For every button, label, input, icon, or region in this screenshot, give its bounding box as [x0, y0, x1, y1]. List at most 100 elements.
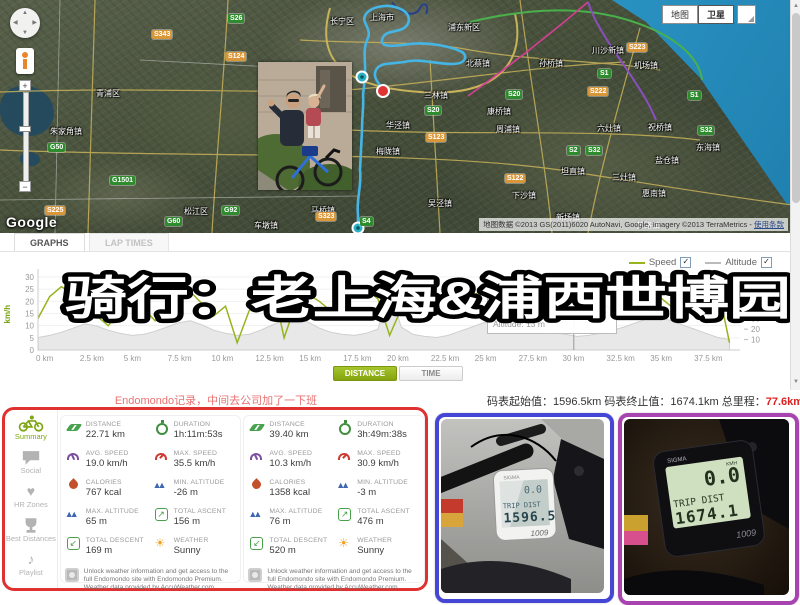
- road-shield-label: G92: [222, 206, 239, 215]
- svg-text:25: 25: [25, 285, 34, 294]
- svg-text:30: 30: [25, 273, 34, 282]
- zoom-in-button[interactable]: +: [19, 80, 31, 91]
- stat-value: Sunny: [174, 546, 209, 556]
- total-ascent-icon: [153, 507, 171, 522]
- stat-item: MAX. ALTITUDE 76 m: [248, 507, 334, 536]
- map-type-map-button[interactable]: 地图: [662, 5, 698, 24]
- svg-text:25 km: 25 km: [475, 354, 497, 363]
- map-town-label: 三林镇: [424, 90, 448, 101]
- stat-item: MIN. ALTITUDE -26 m: [153, 478, 239, 507]
- map-pan-control[interactable]: ▲▼◀▶: [10, 8, 40, 38]
- tab-graphs[interactable]: GRAPHS: [14, 233, 85, 251]
- computer-speed: 0.0: [702, 462, 741, 491]
- stat-item: MAX. SPEED 35.5 km/h: [153, 449, 239, 478]
- route-photo-marker: [357, 72, 368, 83]
- map-town-label: 北蔡镇: [466, 58, 490, 69]
- svg-text:40: 40: [751, 304, 760, 313]
- map-town-label: 六灶镇: [597, 123, 621, 134]
- road-shield-label: S123: [426, 133, 446, 142]
- time-toggle-button[interactable]: TIME: [399, 366, 463, 381]
- svg-text:km/h: km/h: [3, 305, 12, 324]
- speed-line-swatch: [629, 262, 645, 264]
- map-town-label: 周浦镇: [496, 124, 520, 135]
- sidebar-item-playlist[interactable]: ♪ Playlist: [5, 550, 57, 584]
- sidebar-label: Best Distances: [6, 534, 56, 543]
- map-town-label: 机场镇: [634, 60, 658, 71]
- speed-checkbox[interactable]: [680, 257, 691, 268]
- svg-text:10 km: 10 km: [212, 354, 234, 363]
- altitude-checkbox[interactable]: [761, 257, 772, 268]
- zoom-track[interactable]: [23, 92, 29, 182]
- map-town-label: 长宁区: [330, 16, 354, 27]
- svg-text:0: 0: [30, 346, 35, 355]
- route-track: [0, 0, 800, 233]
- distance-toggle-button[interactable]: DISTANCE: [333, 366, 397, 381]
- road-shield-label: S20: [425, 106, 441, 115]
- map-photo-thumbnail[interactable]: [258, 62, 352, 190]
- map-type-satellite-button[interactable]: 卫星: [698, 5, 734, 24]
- odometer-photo-end[interactable]: SIGMA KMH 0.0 TRIP DIST 1674.1 1009: [618, 413, 799, 605]
- svg-text:m: m: [772, 310, 779, 319]
- svg-text:15: 15: [25, 310, 34, 319]
- svg-text:20: 20: [25, 297, 34, 306]
- min-altitude-icon: [336, 478, 354, 493]
- sidebar-item-social[interactable]: Social: [5, 448, 57, 482]
- premium-text: Unlock weather information and get acces…: [84, 568, 239, 594]
- max-speed-icon: [336, 449, 354, 464]
- road-shield-label: S32: [586, 146, 602, 155]
- map-town-label: 青浦区: [96, 88, 120, 99]
- max-altitude-icon: [248, 507, 266, 522]
- map-town-label: 川沙新镇: [592, 45, 624, 56]
- satellite-map[interactable]: 上海市浦东新区长宁区北蔡镇三林镇华泾镇梅陇镇吴泾镇青浦区朱家角镇马桥镇车墩镇松江…: [0, 0, 800, 233]
- street-view-pegman[interactable]: [16, 48, 34, 74]
- scrollbar-thumb[interactable]: [792, 13, 800, 203]
- map-town-label: 梅陇镇: [376, 146, 400, 157]
- svg-text:27.5 km: 27.5 km: [519, 354, 548, 363]
- frame-scrollbar[interactable]: ▲ ▼: [790, 0, 800, 390]
- svg-text:7.5 km: 7.5 km: [168, 354, 192, 363]
- stat-value: 1h:11m:53s: [174, 430, 223, 440]
- odometer-annotation: 码表起始值：1596.5km 码表终止值：1674.1km 总里程：77.6km: [487, 393, 800, 409]
- premium-note: Unlock weather information and get acces…: [65, 565, 239, 594]
- stats-side-menu: Summary Social ♥ HR Zones Best Distances: [5, 410, 58, 588]
- stat-value: 39.40 km: [269, 430, 308, 440]
- odometer-photo-start[interactable]: SIGMA 0.0 TRIP DIST 1596.5 1009: [435, 413, 614, 603]
- premium-camera-icon: [248, 568, 262, 582]
- total-descent-icon: [248, 536, 266, 551]
- tab-lap-times[interactable]: LAP TIMES: [89, 233, 169, 251]
- zoom-out-button[interactable]: −: [19, 181, 31, 192]
- map-zoom-slider[interactable]: + −: [19, 80, 31, 192]
- sidebar-item-hr-zones[interactable]: ♥ HR Zones: [5, 482, 57, 516]
- map-style-box[interactable]: [737, 5, 756, 24]
- weather-icon: [336, 536, 354, 551]
- zoom-handle[interactable]: [19, 126, 31, 132]
- sidebar-item-best-distances[interactable]: Best Distances: [5, 516, 57, 550]
- stat-item: TOTAL DESCENT 520 m: [248, 536, 334, 565]
- svg-text:30 km: 30 km: [563, 354, 585, 363]
- total-ascent-icon: [336, 507, 354, 522]
- scrollbar-down-arrow[interactable]: ▼: [791, 376, 800, 388]
- premium-text: Unlock weather information and get acces…: [267, 568, 422, 594]
- ride-stats-column-1: DISTANCE 22.71 km DURATION 1h:11m:53s AV…: [60, 415, 242, 583]
- route-end-marker: [377, 85, 389, 97]
- svg-text:5 km: 5 km: [124, 354, 142, 363]
- calories-icon: [65, 478, 83, 493]
- stat-value: -26 m: [174, 488, 225, 498]
- scrollbar-up-arrow[interactable]: ▲: [791, 0, 800, 12]
- sidebar-item-summary[interactable]: Summary: [5, 414, 57, 448]
- svg-text:60: 60: [751, 283, 760, 292]
- map-town-label: 松江区: [184, 206, 208, 217]
- map-town-label: 孙桥镇: [539, 58, 563, 69]
- map-attribution: 地图数据 ©2013 GS(2011)6020 AutoNavi, Google…: [479, 218, 788, 231]
- map-town-label: 朱家角镇: [50, 126, 82, 137]
- computer-trip-value: 1596.5: [503, 509, 557, 527]
- svg-text:10: 10: [751, 336, 760, 345]
- svg-text:5: 5: [30, 334, 35, 343]
- speech-bubble-icon: [21, 449, 41, 466]
- svg-text:20 km: 20 km: [387, 354, 409, 363]
- road-shield-label: S343: [152, 30, 172, 39]
- graph-section: 051015202530102030405060700 km2.5 km5 km…: [0, 252, 800, 390]
- svg-text:70: 70: [751, 273, 760, 282]
- premium-note: Unlock weather information and get acces…: [248, 565, 422, 594]
- terms-link[interactable]: 使用条款: [754, 220, 784, 229]
